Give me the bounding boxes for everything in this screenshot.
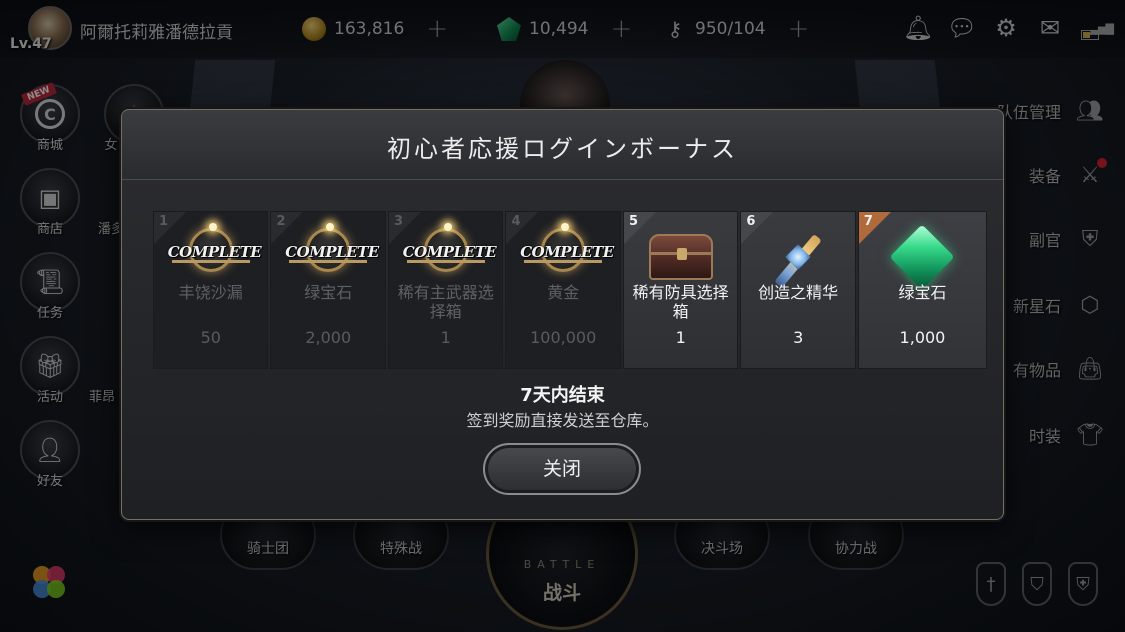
end-notice: 7天内结束 [520, 385, 605, 406]
item-quantity: 100,000 [530, 328, 597, 347]
reward-slots: 1 COMPLETE 丰饶沙漏 50 2 COMPLETE 绿宝石 2,000 … [153, 211, 987, 369]
dialog-header: 初心者応援ログインボーナス [122, 110, 1003, 180]
reward-slot-day-1: 1 COMPLETE 丰饶沙漏 50 [153, 211, 269, 369]
item-name: 绿宝石 [304, 283, 353, 302]
item-quantity: 3 [793, 328, 804, 347]
item-name: 丰饶沙漏 [178, 283, 243, 302]
reward-slot-day-7: 7 绿宝石 1,000 [857, 211, 987, 369]
armor-chest-icon [648, 234, 713, 280]
reward-slot-day-5: 5 稀有防具选择箱 1 [622, 211, 739, 369]
close-button[interactable]: 关闭 [483, 443, 641, 495]
complete-stamp-icon: COMPLETE [285, 223, 379, 288]
complete-stamp-icon: COMPLETE [520, 223, 614, 288]
complete-stamp-icon: COMPLETE [403, 223, 497, 288]
day-number: 2 [276, 214, 286, 229]
item-quantity: 1,000 [899, 328, 946, 347]
day-number: 7 [863, 214, 873, 229]
day-number: 5 [628, 214, 638, 229]
login-bonus-dialog: 初心者応援ログインボーナス 1 COMPLETE 丰饶沙漏 50 2 COMPL… [121, 109, 1004, 520]
reward-slot-day-4: 4 COMPLETE 黄金 100,000 [505, 211, 621, 369]
essence-icon [763, 226, 833, 290]
reward-slot-day-3: 3 COMPLETE 稀有主武器选择箱 1 [387, 211, 504, 369]
item-quantity: 2,000 [305, 328, 352, 347]
delivery-notice: 签到奖励直接发送至仓库。 [466, 411, 659, 430]
day-number: 1 [159, 214, 169, 229]
item-name: 绿宝石 [898, 283, 947, 302]
dialog-title: 初心者応援ログインボーナス [387, 135, 738, 163]
item-name: 稀有主武器选择箱 [397, 283, 494, 321]
day-number: 6 [746, 214, 756, 229]
reward-slot-day-2: 2 COMPLETE 绿宝石 2,000 [270, 211, 386, 369]
day-number: 3 [393, 214, 404, 229]
complete-stamp-icon: COMPLETE [168, 223, 262, 288]
emerald-icon [889, 224, 955, 290]
day-number: 4 [511, 214, 521, 229]
item-quantity: 50 [200, 328, 221, 347]
item-name: 创造之精华 [758, 283, 839, 302]
item-name: 黄金 [547, 283, 580, 302]
item-quantity: 1 [440, 328, 451, 347]
item-quantity: 1 [675, 328, 686, 347]
reward-slot-day-6: 6 创造之精华 3 [740, 211, 856, 369]
item-name: 稀有防具选择箱 [632, 283, 729, 321]
